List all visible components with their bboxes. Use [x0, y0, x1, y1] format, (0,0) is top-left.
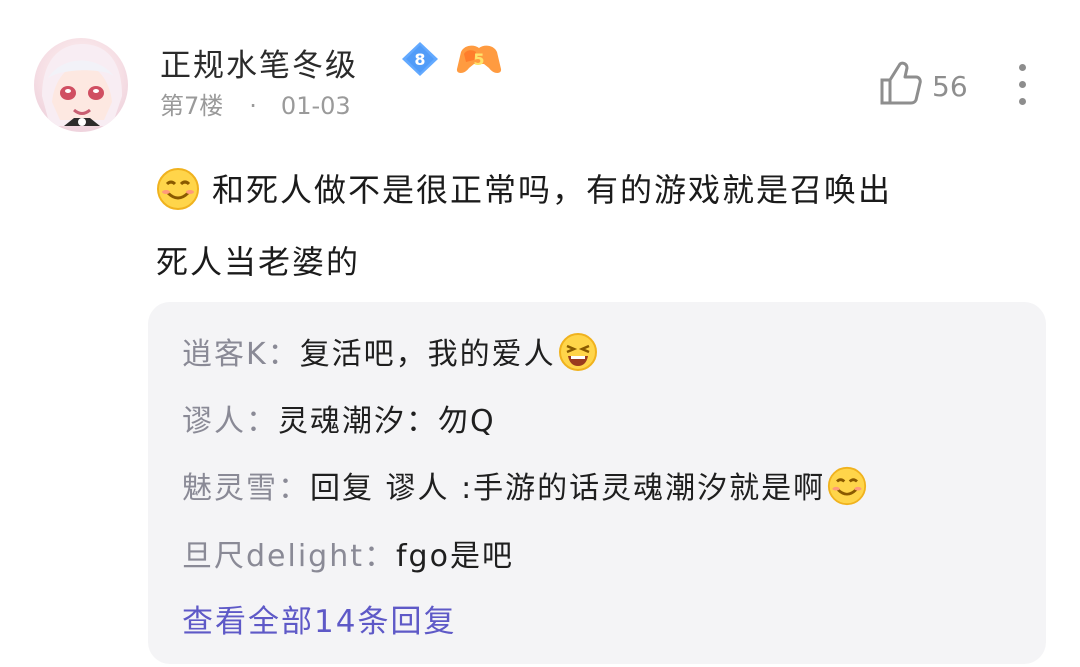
- level-number: 8: [414, 49, 426, 69]
- reply-item[interactable]: 逍客K：复活吧，我的爱人: [182, 329, 598, 373]
- level-badge: 8: [400, 41, 440, 77]
- smile-emoji: [156, 164, 200, 210]
- reply-author[interactable]: 谬人：: [182, 404, 278, 439]
- like-button[interactable]: 56: [878, 60, 968, 113]
- reply-item[interactable]: 魅灵雪：回复 谬人 :手游的话灵魂潮汐就是啊: [182, 463, 867, 507]
- reply-text: fgo是吧: [396, 539, 514, 574]
- reply-text: 灵魂潮汐：勿Q: [278, 404, 496, 439]
- reply-author[interactable]: 旦尺delight：: [182, 539, 396, 574]
- thumbs-up-icon: [878, 60, 922, 113]
- reply-author[interactable]: 魅灵雪：: [182, 471, 310, 506]
- post-date: 01-03: [280, 92, 351, 120]
- post-meta: 第7楼 · 01-03: [160, 86, 351, 121]
- reply-author[interactable]: 逍客K：: [182, 337, 300, 372]
- reply-text: 回复 谬人 :手游的话灵魂潮汐就是啊: [310, 471, 826, 506]
- game-badge: 5: [456, 42, 502, 76]
- like-count: 56: [932, 69, 968, 103]
- floor-label: 第7楼: [160, 92, 224, 120]
- reply-text: 复活吧，我的爱人: [299, 337, 556, 372]
- content-line-1: 和死人做不是很正常吗，有的游戏就是召唤出: [156, 154, 1036, 226]
- game-badge-number: 5: [473, 49, 485, 69]
- username[interactable]: 正规水笔冬级: [160, 40, 358, 85]
- avatar[interactable]: [34, 38, 128, 132]
- reply-item[interactable]: 谬人：灵魂潮汐：勿Q: [182, 396, 496, 440]
- reply-panel: 逍客K：复活吧，我的爱人 谬人：灵魂潮汐：勿Q 魅灵雪：回复 谬人 :手游的话灵…: [148, 302, 1046, 664]
- meta-separator: ·: [249, 92, 257, 120]
- smile-emoji: [827, 466, 867, 506]
- reply-item[interactable]: 旦尺delight：fgo是吧: [182, 531, 514, 575]
- post-content[interactable]: 和死人做不是很正常吗，有的游戏就是召唤出 死人当老婆的: [156, 154, 1036, 298]
- laugh-emoji: [558, 332, 598, 372]
- content-text-1: 和死人做不是很正常吗，有的游戏就是召唤出: [212, 171, 893, 209]
- more-icon[interactable]: [1008, 64, 1036, 108]
- content-line-2: 死人当老婆的: [156, 243, 361, 281]
- view-all-replies-link[interactable]: 查看全部14条回复: [182, 596, 456, 641]
